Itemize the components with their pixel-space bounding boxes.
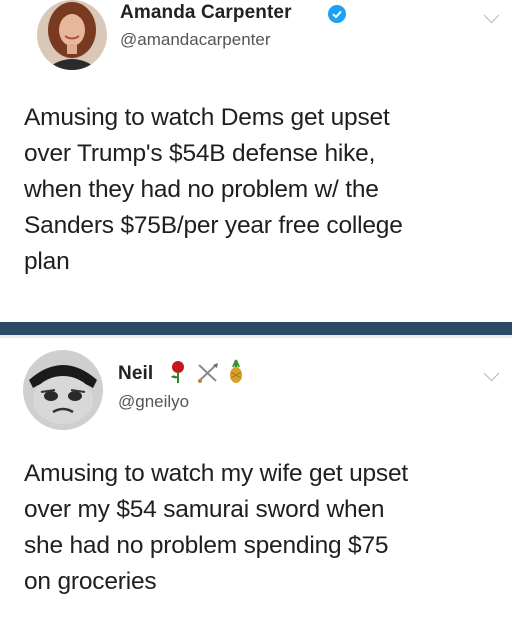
tweet-amanda-carpenter[interactable]: Amanda Carpenter @amandacarpenter Amusin… xyxy=(0,0,512,322)
chevron-down-icon[interactable] xyxy=(483,365,500,382)
crossed-swords-icon xyxy=(196,362,220,389)
tweet-text: Amusing to watch my wife get upset over … xyxy=(24,456,408,600)
author-handle[interactable]: @amandacarpenter xyxy=(120,30,271,50)
tweet-text-line: Sanders $75B/per year free college xyxy=(24,212,403,239)
tweet-text-line: Amusing to watch Dems get upset xyxy=(24,104,390,131)
tweet-text-line: over my $54 samurai sword when xyxy=(24,496,385,523)
pineapple-icon xyxy=(226,358,246,389)
tweet-text-line: Amusing to watch my wife get upset xyxy=(24,460,409,487)
tweet-neil[interactable]: Neil @gneilyo Amusing to watch my wife g… xyxy=(0,338,512,640)
tweet-divider xyxy=(0,322,512,338)
rose-icon xyxy=(168,360,188,389)
chevron-down-icon[interactable] xyxy=(483,7,500,24)
author-handle[interactable]: @gneilyo xyxy=(118,392,189,412)
author-name[interactable]: Amanda Carpenter xyxy=(120,2,292,24)
tweet-text-line: over Trump's $54B defense hike, xyxy=(24,140,376,167)
avatar-amanda-carpenter[interactable] xyxy=(37,0,107,70)
tweet-text-line: she had no problem spending $75 xyxy=(24,532,389,559)
verified-badge-icon xyxy=(328,5,346,23)
tweet-text-line: plan xyxy=(24,248,70,275)
tweet-text-line: on groceries xyxy=(24,568,157,595)
tweet-text: Amusing to watch Dems get upset over Tru… xyxy=(24,100,403,280)
author-name[interactable]: Neil xyxy=(118,363,153,385)
avatar-neil[interactable] xyxy=(23,350,103,430)
tweet-text-line: when they had no problem w/ the xyxy=(24,176,379,203)
